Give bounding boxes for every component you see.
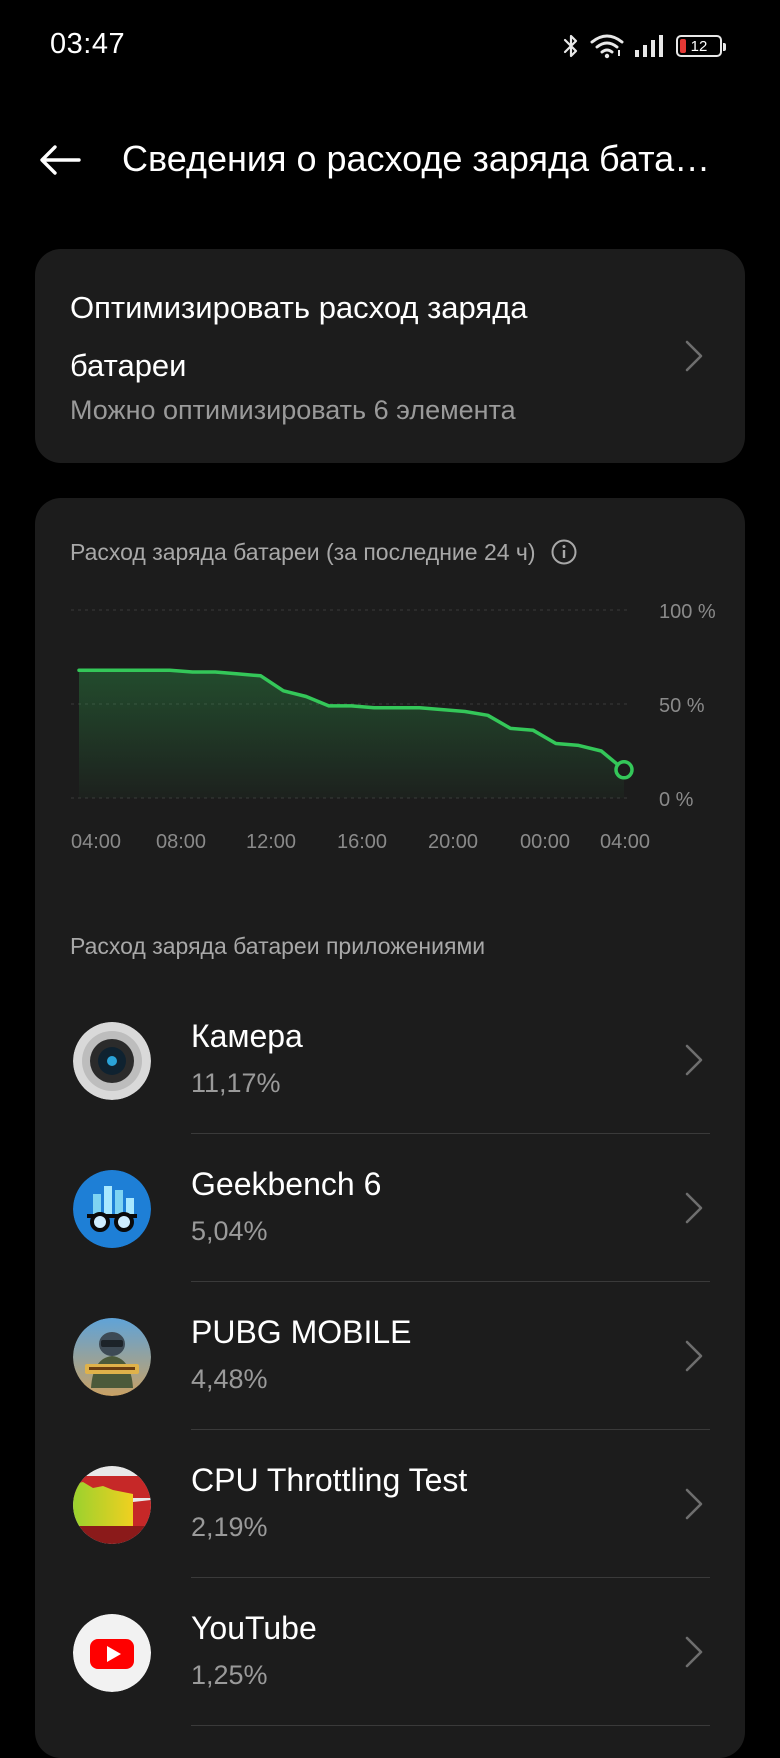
- app-percent: 4,48%: [191, 1364, 268, 1394]
- battery-icon: 12: [676, 35, 726, 57]
- divider: [191, 1725, 710, 1726]
- chevron-right-icon: [685, 1636, 703, 1668]
- app-name: PUBG MOBILE: [191, 1314, 412, 1350]
- status-icons: 12: [562, 30, 726, 62]
- app-row-youtube[interactable]: YouTube 1,25%: [35, 1578, 745, 1726]
- app-name: YouTube: [191, 1610, 317, 1646]
- x-tick-label: 00:00: [520, 831, 570, 853]
- app-row-pubg[interactable]: PUBG MOBILE 4,48%: [35, 1282, 745, 1430]
- chevron-right-icon: [685, 340, 703, 372]
- chart-current-point: [614, 760, 634, 780]
- status-time: 03:47: [50, 28, 126, 60]
- app-row-camera[interactable]: Камера 11,17%: [35, 986, 745, 1134]
- battery-fill: [680, 39, 686, 53]
- camera-app-icon: [73, 1022, 151, 1100]
- x-tick-label: 08:00: [156, 831, 206, 853]
- optimize-battery-card[interactable]: Оптимизировать расход заряда батареи Мож…: [35, 249, 745, 463]
- app-name: CPU Throttling Test: [191, 1462, 468, 1498]
- info-icon[interactable]: [550, 538, 578, 566]
- x-tick-label: 12:00: [246, 831, 296, 853]
- app-name: Geekbench 6: [191, 1166, 382, 1202]
- app-percent: 1,25%: [191, 1660, 268, 1690]
- chart-title: Расход заряда батареи (за последние 24 ч…: [70, 538, 536, 565]
- bluetooth-icon: [563, 34, 578, 58]
- x-tick-label: 04:00: [71, 831, 121, 853]
- y-tick-label: 0 %: [659, 789, 694, 811]
- pubg-app-icon: [73, 1318, 151, 1396]
- chevron-right-icon: [685, 1340, 703, 1372]
- app-header: Сведения о расходе заряда бата…: [0, 110, 780, 210]
- page-title: Сведения о расходе заряда бата…: [122, 138, 711, 179]
- apps-section-title: Расход заряда батареи приложениями: [70, 933, 486, 959]
- cpu-throttling-app-icon: [73, 1466, 151, 1544]
- app-percent: 5,04%: [191, 1216, 268, 1246]
- optimize-subtitle: Можно оптимизировать 6 элемента: [70, 395, 516, 425]
- battery-usage-card: Расход заряда батареи (за последние 24 ч…: [35, 498, 745, 1758]
- battery-level: 12: [690, 37, 708, 55]
- y-tick-label: 100 %: [659, 601, 716, 623]
- chart-header: Расход заряда батареи (за последние 24 ч…: [70, 538, 578, 566]
- youtube-app-icon: [73, 1614, 151, 1692]
- battery-chart: 100 % 50 % 0 % 04:00 08:00 12:00 16:00 20:00 00:…: [71, 601, 716, 853]
- app-row-cpu-throttling[interactable]: CPU Throttling Test 2,19%: [35, 1430, 745, 1578]
- app-percent: 11,17%: [191, 1068, 281, 1098]
- x-tick-label: 04:00: [600, 831, 650, 853]
- arrow-left-icon: [40, 145, 81, 175]
- back-button[interactable]: [34, 134, 86, 186]
- chevron-right-icon: [685, 1488, 703, 1520]
- app-row-geekbench[interactable]: Geekbench 6 5,04%: [35, 1134, 745, 1282]
- optimize-title: Оптимизировать расход заряда батареи: [70, 290, 528, 383]
- app-percent: 2,19%: [191, 1512, 268, 1542]
- x-tick-label: 16:00: [337, 831, 387, 853]
- chevron-right-icon: [685, 1044, 703, 1076]
- y-tick-label: 50 %: [659, 695, 705, 717]
- status-bar: 03:47 12: [0, 0, 780, 90]
- app-list: Камера 11,17% Geekbench 6 5,04% PUBG MOB…: [35, 986, 745, 1726]
- x-tick-label: 20:00: [428, 831, 478, 853]
- chevron-right-icon: [685, 1192, 703, 1224]
- wifi-icon: [590, 34, 624, 59]
- app-name: Камера: [191, 1018, 303, 1054]
- signal-icon: [635, 35, 663, 57]
- geekbench-app-icon: [73, 1170, 151, 1248]
